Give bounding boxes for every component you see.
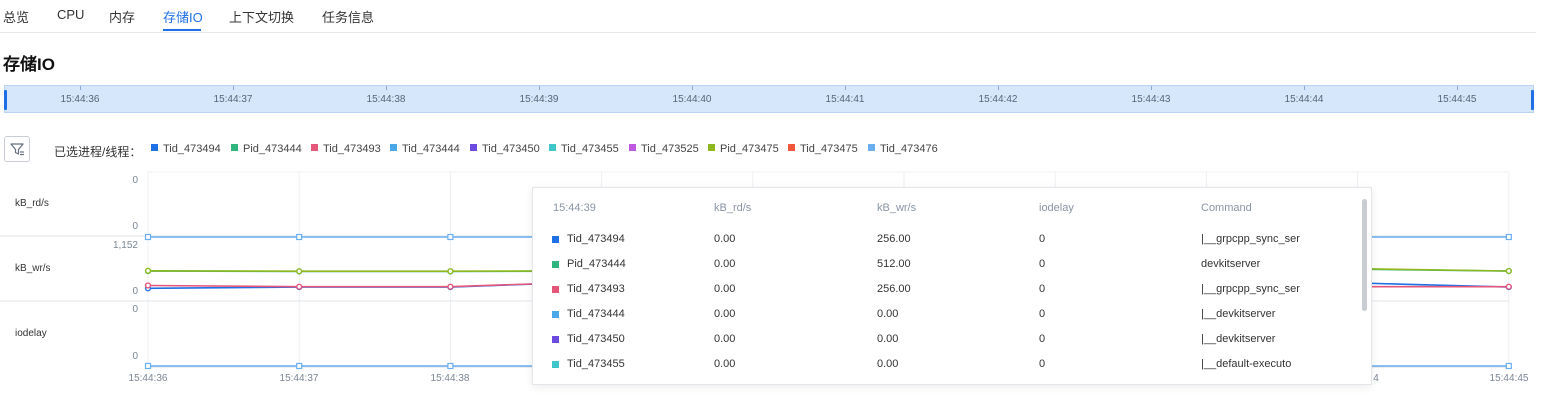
tooltip-cell-wr: 256.00 [877, 233, 911, 245]
tooltip-scrollbar[interactable] [1362, 199, 1367, 311]
data-point [144, 362, 152, 370]
tooltip-cell-iodelay: 0 [1039, 358, 1046, 370]
data-point [144, 267, 152, 274]
data-point [447, 362, 454, 370]
ytick-wr-min: 0 [132, 286, 138, 297]
data-point [447, 268, 454, 275]
data-point [144, 233, 152, 241]
tooltip-cell-iodelay: 0 [1039, 258, 1046, 270]
tooltip-cell-name: Tid_473444 [567, 308, 625, 320]
tooltip-cell-rd: 0.00 [714, 308, 736, 320]
tooltip-cell-wr: 0.00 [877, 308, 899, 320]
tooltip-cell-iodelay: 0 [1039, 333, 1046, 345]
tooltip-cell-wr: 0.00 [877, 333, 899, 345]
tooltip-cell-name: Pid_473444 [567, 258, 626, 270]
ytick-iodelay-min: 0 [132, 351, 138, 362]
tooltip-swatch [552, 311, 559, 318]
tooltip-swatch [552, 286, 559, 293]
tooltip-cell-wr: 0.00 [877, 358, 899, 370]
data-point [1505, 233, 1512, 241]
tooltip-cell-name: Tid_473493 [567, 283, 625, 295]
data-point [296, 268, 303, 275]
ytick-rd-max: 0 [132, 175, 138, 186]
tooltip-swatch [552, 236, 559, 243]
tooltip-cell-rd: 0.00 [714, 333, 736, 345]
tooltip-cell-command: |__grpcpp_sync_ser [1201, 283, 1300, 295]
tooltip-cell-wr: 512.00 [877, 258, 911, 270]
tooltip-cell-iodelay: 0 [1039, 283, 1046, 295]
tooltip-swatch [552, 336, 559, 343]
data-point [296, 362, 303, 370]
data-tooltip: 15:44:39 kB_rd/s kB_wr/s iodelay Command… [532, 187, 1372, 385]
xtick: 15:44:45 [1489, 373, 1529, 384]
tooltip-cell-iodelay: 0 [1039, 233, 1046, 245]
tooltip-cell-command: |__default-executo [1201, 358, 1292, 370]
tooltip-cell-wr: 256.00 [877, 283, 911, 295]
ytick-rd-min: 0 [132, 221, 138, 232]
tooltip-header-wr: kB_wr/s [877, 202, 917, 214]
data-point [1505, 267, 1512, 275]
xtick: 15:44:38 [430, 373, 470, 384]
row-label-iodelay: iodelay [15, 328, 47, 339]
tooltip-cell-command: devkitserver [1201, 258, 1261, 270]
tooltip-cell-command: |__grpcpp_sync_ser [1201, 233, 1300, 245]
tooltip-swatch [552, 361, 559, 368]
xtick: 15:44:37 [279, 373, 319, 384]
ytick-wr-max: 1,152 [112, 240, 138, 251]
data-point [296, 233, 303, 241]
data-point [447, 233, 454, 241]
tooltip-cell-command: |__devkitserver [1201, 308, 1276, 320]
tooltip-cell-name: Tid_473450 [567, 333, 625, 345]
tooltip-cell-iodelay: 0 [1039, 308, 1046, 320]
row-label-kb-rd: kB_rd/s [15, 198, 49, 209]
data-point [1505, 283, 1512, 290]
tooltip-cell-command: |__devkitserver [1201, 333, 1276, 345]
tooltip-header-command: Command [1201, 202, 1252, 214]
tooltip-cell-rd: 0.00 [714, 358, 736, 370]
tooltip-time: 15:44:39 [553, 202, 596, 214]
tooltip-swatch [552, 261, 559, 268]
row-label-kb-wr: kB_wr/s [15, 263, 51, 274]
tooltip-cell-rd: 0.00 [714, 233, 736, 245]
data-point [447, 283, 454, 290]
xtick: 4 [1373, 373, 1379, 384]
tooltip-cell-name: Tid_473455 [567, 358, 625, 370]
data-point [1505, 362, 1512, 370]
tooltip-header-iodelay: iodelay [1039, 202, 1074, 214]
data-point [144, 282, 152, 289]
data-point [296, 283, 303, 290]
tooltip-cell-name: Tid_473494 [567, 233, 625, 245]
tooltip-header-rd: kB_rd/s [714, 202, 752, 214]
tooltip-cell-rd: 0.00 [714, 258, 736, 270]
xtick: 15:44:36 [128, 373, 168, 384]
ytick-iodelay-max: 0 [132, 304, 138, 315]
tooltip-cell-rd: 0.00 [714, 283, 736, 295]
